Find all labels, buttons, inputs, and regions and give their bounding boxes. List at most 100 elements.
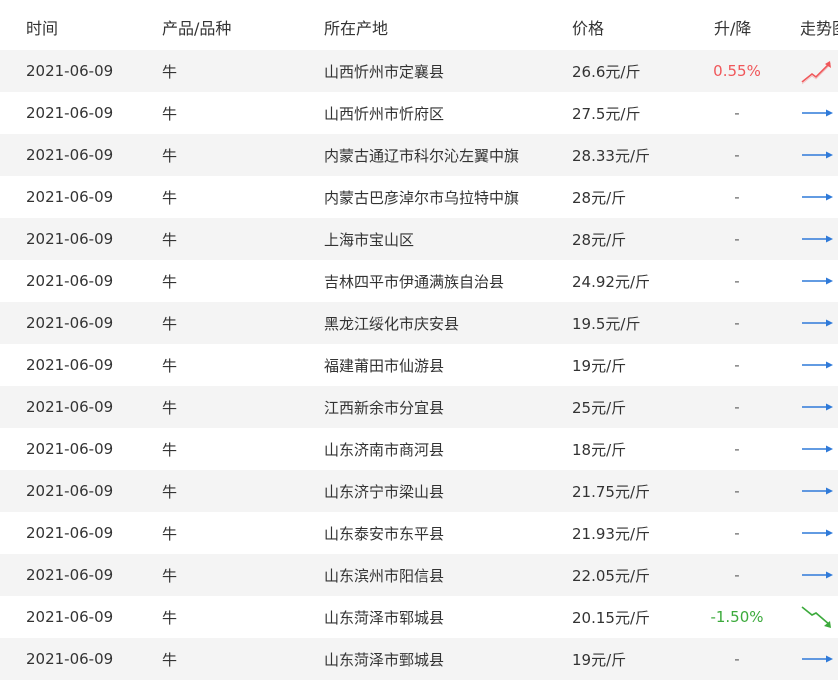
row-product: 牛 [162,566,178,585]
row-date: 2021-06-09 [26,356,114,374]
header-change: 升/降 [714,19,752,38]
row-product: 牛 [162,314,178,333]
row-price: 22.05元/斤 [572,566,650,585]
down-icon[interactable] [800,603,838,631]
row-origin: 山东菏泽市郓城县 [324,608,445,627]
row-origin: 吉林四平市伊通满族自治县 [324,272,505,291]
table-row[interactable]: 2021-06-09 牛 内蒙古通辽市科尔沁左翼中旗 28.33元/斤 - [0,134,838,176]
row-origin: 福建莆田市仙游县 [324,356,445,375]
header-trend: 走势图 [800,19,838,38]
flat-icon[interactable] [800,149,838,161]
row-change: - [734,104,740,122]
flat-icon[interactable] [800,317,838,329]
row-change: - [734,146,740,164]
up-icon[interactable] [800,57,838,85]
row-price: 19.5元/斤 [572,314,641,333]
table-row[interactable]: 2021-06-09 牛 江西新余市分宜县 25元/斤 - [0,386,838,428]
row-change: - [734,482,740,500]
row-product: 牛 [162,608,178,627]
row-change: - [734,398,740,416]
table-row[interactable]: 2021-06-09 牛 山东济南市商河县 18元/斤 - [0,428,838,470]
row-change: - [734,566,740,584]
flat-icon[interactable] [800,359,838,371]
table-header: 时间 产品/品种 所在产地 价格 升/降 走势图 [0,0,838,50]
row-change: - [734,650,740,668]
row-product: 牛 [162,188,178,207]
table-row[interactable]: 2021-06-09 牛 山东菏泽市郓城县 20.15元/斤 -1.50% [0,596,838,638]
row-change: - [734,230,740,248]
row-date: 2021-06-09 [26,314,114,332]
row-date: 2021-06-09 [26,188,114,206]
table-row[interactable]: 2021-06-09 牛 山西忻州市定襄县 26.6元/斤 0.55% [0,50,838,92]
row-change: - [734,440,740,458]
row-origin: 山东济南市商河县 [324,440,445,459]
row-price: 19元/斤 [572,650,627,669]
row-date: 2021-06-09 [26,146,114,164]
row-product: 牛 [162,482,178,501]
table-row[interactable]: 2021-06-09 牛 山西忻州市忻府区 27.5元/斤 - [0,92,838,134]
row-date: 2021-06-09 [26,650,114,668]
row-date: 2021-06-09 [26,230,114,248]
row-product: 牛 [162,146,178,165]
row-price: 21.75元/斤 [572,482,650,501]
row-origin: 山东济宁市梁山县 [324,482,445,501]
row-date: 2021-06-09 [26,608,114,626]
row-date: 2021-06-09 [26,62,114,80]
row-product: 牛 [162,440,178,459]
table-row[interactable]: 2021-06-09 牛 黑龙江绥化市庆安县 19.5元/斤 - [0,302,838,344]
flat-icon[interactable] [800,401,838,413]
row-change: - [734,188,740,206]
flat-icon[interactable] [800,275,838,287]
row-date: 2021-06-09 [26,104,114,122]
row-product: 牛 [162,398,178,417]
row-date: 2021-06-09 [26,398,114,416]
flat-icon[interactable] [800,485,838,497]
table-row[interactable]: 2021-06-09 牛 山东菏泽市鄄城县 19元/斤 - [0,638,838,680]
header-price: 价格 [572,19,605,38]
header-date: 时间 [26,19,59,38]
table-row[interactable]: 2021-06-09 牛 内蒙古巴彦淖尔市乌拉特中旗 28元/斤 - [0,176,838,218]
row-product: 牛 [162,272,178,291]
row-price: 20.15元/斤 [572,608,650,627]
row-price: 28.33元/斤 [572,146,650,165]
flat-icon[interactable] [800,653,838,665]
row-price: 19元/斤 [572,356,627,375]
row-price: 21.93元/斤 [572,524,650,543]
row-price: 26.6元/斤 [572,62,641,81]
table-row[interactable]: 2021-06-09 牛 山东滨州市阳信县 22.05元/斤 - [0,554,838,596]
table-row[interactable]: 2021-06-09 牛 山东泰安市东平县 21.93元/斤 - [0,512,838,554]
table-row[interactable]: 2021-06-09 牛 山东济宁市梁山县 21.75元/斤 - [0,470,838,512]
row-origin: 山西忻州市忻府区 [324,104,445,123]
flat-icon[interactable] [800,569,838,581]
flat-icon[interactable] [800,527,838,539]
row-product: 牛 [162,650,178,669]
row-origin: 山东泰安市东平县 [324,524,445,543]
header-product: 产品/品种 [162,19,232,38]
table-row[interactable]: 2021-06-09 牛 上海市宝山区 28元/斤 - [0,218,838,260]
row-price: 25元/斤 [572,398,627,417]
row-change: 0.55% [713,62,761,80]
row-product: 牛 [162,62,178,81]
row-product: 牛 [162,230,178,249]
row-price: 18元/斤 [572,440,627,459]
row-date: 2021-06-09 [26,566,114,584]
row-product: 牛 [162,524,178,543]
row-origin: 江西新余市分宜县 [324,398,445,417]
row-origin: 山东滨州市阳信县 [324,566,445,585]
flat-icon[interactable] [800,233,838,245]
table-body: 2021-06-09 牛山西忻州市定襄县 26.6元/斤 0.55% 2021-06-0… [0,50,838,680]
row-origin: 山东菏泽市鄄城县 [324,650,445,669]
row-date: 2021-06-09 [26,272,114,290]
flat-icon[interactable] [800,443,838,455]
row-origin: 上海市宝山区 [324,230,415,249]
flat-icon[interactable] [800,191,838,203]
flat-icon[interactable] [800,107,838,119]
row-product: 牛 [162,104,178,123]
table-row[interactable]: 2021-06-09 牛 福建莆田市仙游县 19元/斤 - [0,344,838,386]
row-change: - [734,272,740,290]
row-date: 2021-06-09 [26,524,114,542]
table-row[interactable]: 2021-06-09 牛 吉林四平市伊通满族自治县 24.92元/斤 - [0,260,838,302]
row-price: 24.92元/斤 [572,272,650,291]
row-date: 2021-06-09 [26,482,114,500]
row-change: - [734,356,740,374]
